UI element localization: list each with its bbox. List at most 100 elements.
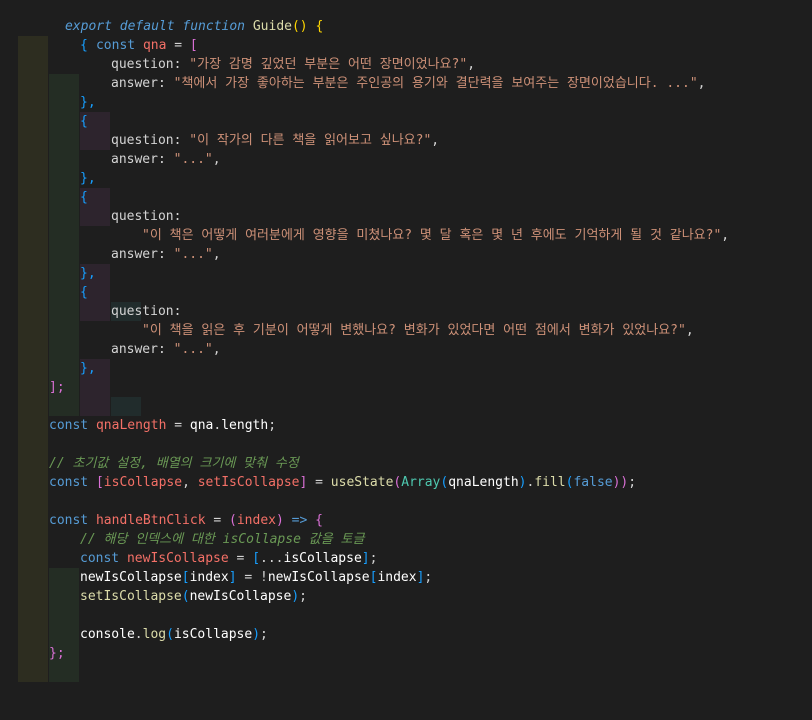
code-line-4: question: "가장 감명 깊었던 부분은 어떤 장면이었나요?",: [0, 55, 475, 131]
paren: (: [229, 513, 237, 528]
code-line-26: const [isCollapse, setIsCollapse] = useS…: [0, 473, 636, 511]
code-line-1: export default function Guide() {: [0, 0, 323, 34]
string-answer: "책에서 가장 좋아하는 부분은 주인공의 용기와 결단력을 보여주는 장면이었…: [173, 76, 698, 91]
brace-open: {: [80, 114, 88, 129]
function-name: Guide: [252, 19, 292, 34]
code-line-24: [0, 435, 48, 473]
brace-close: },: [80, 171, 96, 186]
code-line-22: [0, 397, 48, 435]
string-question: "가장 감명 깊었던 부분은 어떤 장면이었나요?": [189, 57, 468, 72]
keyword-const: const: [49, 475, 89, 490]
brace-open: {: [80, 38, 88, 53]
code-line-17: question:: [0, 302, 181, 378]
indent-guide: [49, 264, 79, 283]
arg-newIsCollapse: newIsCollapse: [189, 589, 292, 604]
code-line-2: const qna = [: [0, 17, 198, 55]
code-line-30: const newIsCollapse = [...isCollapse];: [0, 549, 377, 606]
equals: =: [166, 38, 190, 53]
var-newIsCollapse: newIsCollapse: [126, 551, 229, 566]
equals: =: [166, 418, 190, 433]
key-question: question: [111, 133, 174, 148]
code-line-21: ];: [0, 378, 65, 416]
code-line-8: question: "이 작가의 다른 책을 읽어보고 싶나요?",: [0, 131, 439, 207]
indent-guide: [49, 131, 79, 150]
paren: ): [291, 589, 300, 604]
paren: (): [291, 19, 308, 34]
bracket-open: [: [95, 475, 104, 490]
string-answer: "...": [173, 247, 213, 262]
comment: // 초기값 설정, 배열의 크기에 맞춰 수정: [49, 456, 299, 471]
bracket-close: ];: [49, 380, 65, 395]
brace-open: {: [315, 19, 324, 34]
string-question: "이 책을 읽은 후 기분이 어떻게 변했나요? 변화가 있었다면 어떤 점에서…: [142, 323, 686, 338]
dot: .: [134, 627, 143, 642]
code-line-23: const qnaLength = qna.length;: [0, 416, 276, 454]
indent-guide: [80, 397, 110, 416]
key-answer: answer: [111, 152, 158, 167]
indent-guide: [49, 283, 79, 302]
param-index: index: [236, 513, 276, 528]
indent-guide: [49, 226, 79, 245]
brace-open: {: [80, 190, 88, 205]
indent-guide: [49, 169, 79, 188]
indent-guide: [49, 625, 79, 644]
indent-guide: [111, 397, 141, 416]
code-line-35: };: [0, 644, 65, 682]
ref-isCollapse: isCollapse: [283, 551, 362, 566]
bracket-open: [: [189, 38, 198, 53]
code-line-6: },: [0, 93, 96, 150]
code-line-18: "이 책을 읽은 후 기분이 어떻게 변했나요? 변화가 있었다면 어떤 점에서…: [0, 321, 694, 416]
key-question: question: [111, 209, 174, 224]
code-editor[interactable]: export default function Guide() { const …: [0, 0, 812, 682]
indent-guide: [49, 302, 79, 321]
indent-guide: [49, 207, 79, 226]
brace-open: {: [315, 513, 323, 528]
var-handleBtnClick: handleBtnClick: [95, 513, 206, 528]
indent-guide: [80, 131, 110, 150]
semicolon: ;: [369, 551, 378, 566]
fn-useState: useState: [330, 475, 394, 490]
equals: =: [236, 570, 261, 585]
semicolon: ;: [424, 570, 433, 585]
code-line-19: answer: "...",: [0, 340, 221, 416]
paren: )): [612, 475, 629, 490]
code-line-15: },: [0, 264, 96, 321]
indent-guide: [49, 340, 79, 359]
ref-newIsCollapse: newIsCollapse: [80, 570, 182, 585]
indent-guide: [49, 606, 79, 625]
key-answer: answer: [111, 342, 158, 357]
bool-false: false: [573, 475, 613, 490]
indent-guide: [80, 207, 110, 226]
ref-index: index: [377, 570, 417, 585]
code-line-10: },: [0, 169, 96, 226]
code-line-7: {: [0, 112, 88, 169]
brace-close: },: [80, 95, 96, 110]
ref-console: console: [80, 627, 135, 642]
var-qna: qna: [142, 38, 167, 53]
brace-close: };: [49, 646, 65, 661]
prop-length: length: [221, 418, 269, 433]
code-line-14: answer: "...",: [0, 245, 221, 321]
fn-setIsCollapse: setIsCollapse: [80, 589, 182, 604]
paren: ): [252, 627, 261, 642]
bracket-open: [: [252, 551, 261, 566]
ref-newIsCollapse: newIsCollapse: [267, 570, 370, 585]
bracket-open: [: [181, 570, 190, 585]
code-line-29: // 해당 인덱스에 대한 isCollapse 값을 토글: [0, 530, 364, 587]
var-isCollapse: isCollapse: [103, 475, 183, 490]
comma: ,: [182, 475, 198, 490]
code-line-13: "이 책은 어떻게 여러분에게 영향을 미쳤나요? 몇 달 혹은 몇 년 후에도…: [0, 226, 729, 321]
var-setIsCollapse: setIsCollapse: [197, 475, 300, 490]
code-line-3: {: [0, 36, 88, 93]
code-line-34: console.log(isCollapse);: [0, 625, 268, 682]
class-Array: Array: [401, 475, 441, 490]
code-line-27: [0, 492, 48, 530]
not-operator: !: [260, 570, 268, 585]
semicolon: ;: [299, 589, 307, 604]
arg-isCollapse: isCollapse: [173, 627, 253, 642]
indent-guide: [49, 397, 79, 416]
string-answer: "...": [173, 152, 213, 167]
indent-guide: [49, 568, 79, 587]
code-line-28: const handleBtnClick = (index) => {: [0, 511, 323, 549]
indent-guide: [18, 663, 48, 682]
